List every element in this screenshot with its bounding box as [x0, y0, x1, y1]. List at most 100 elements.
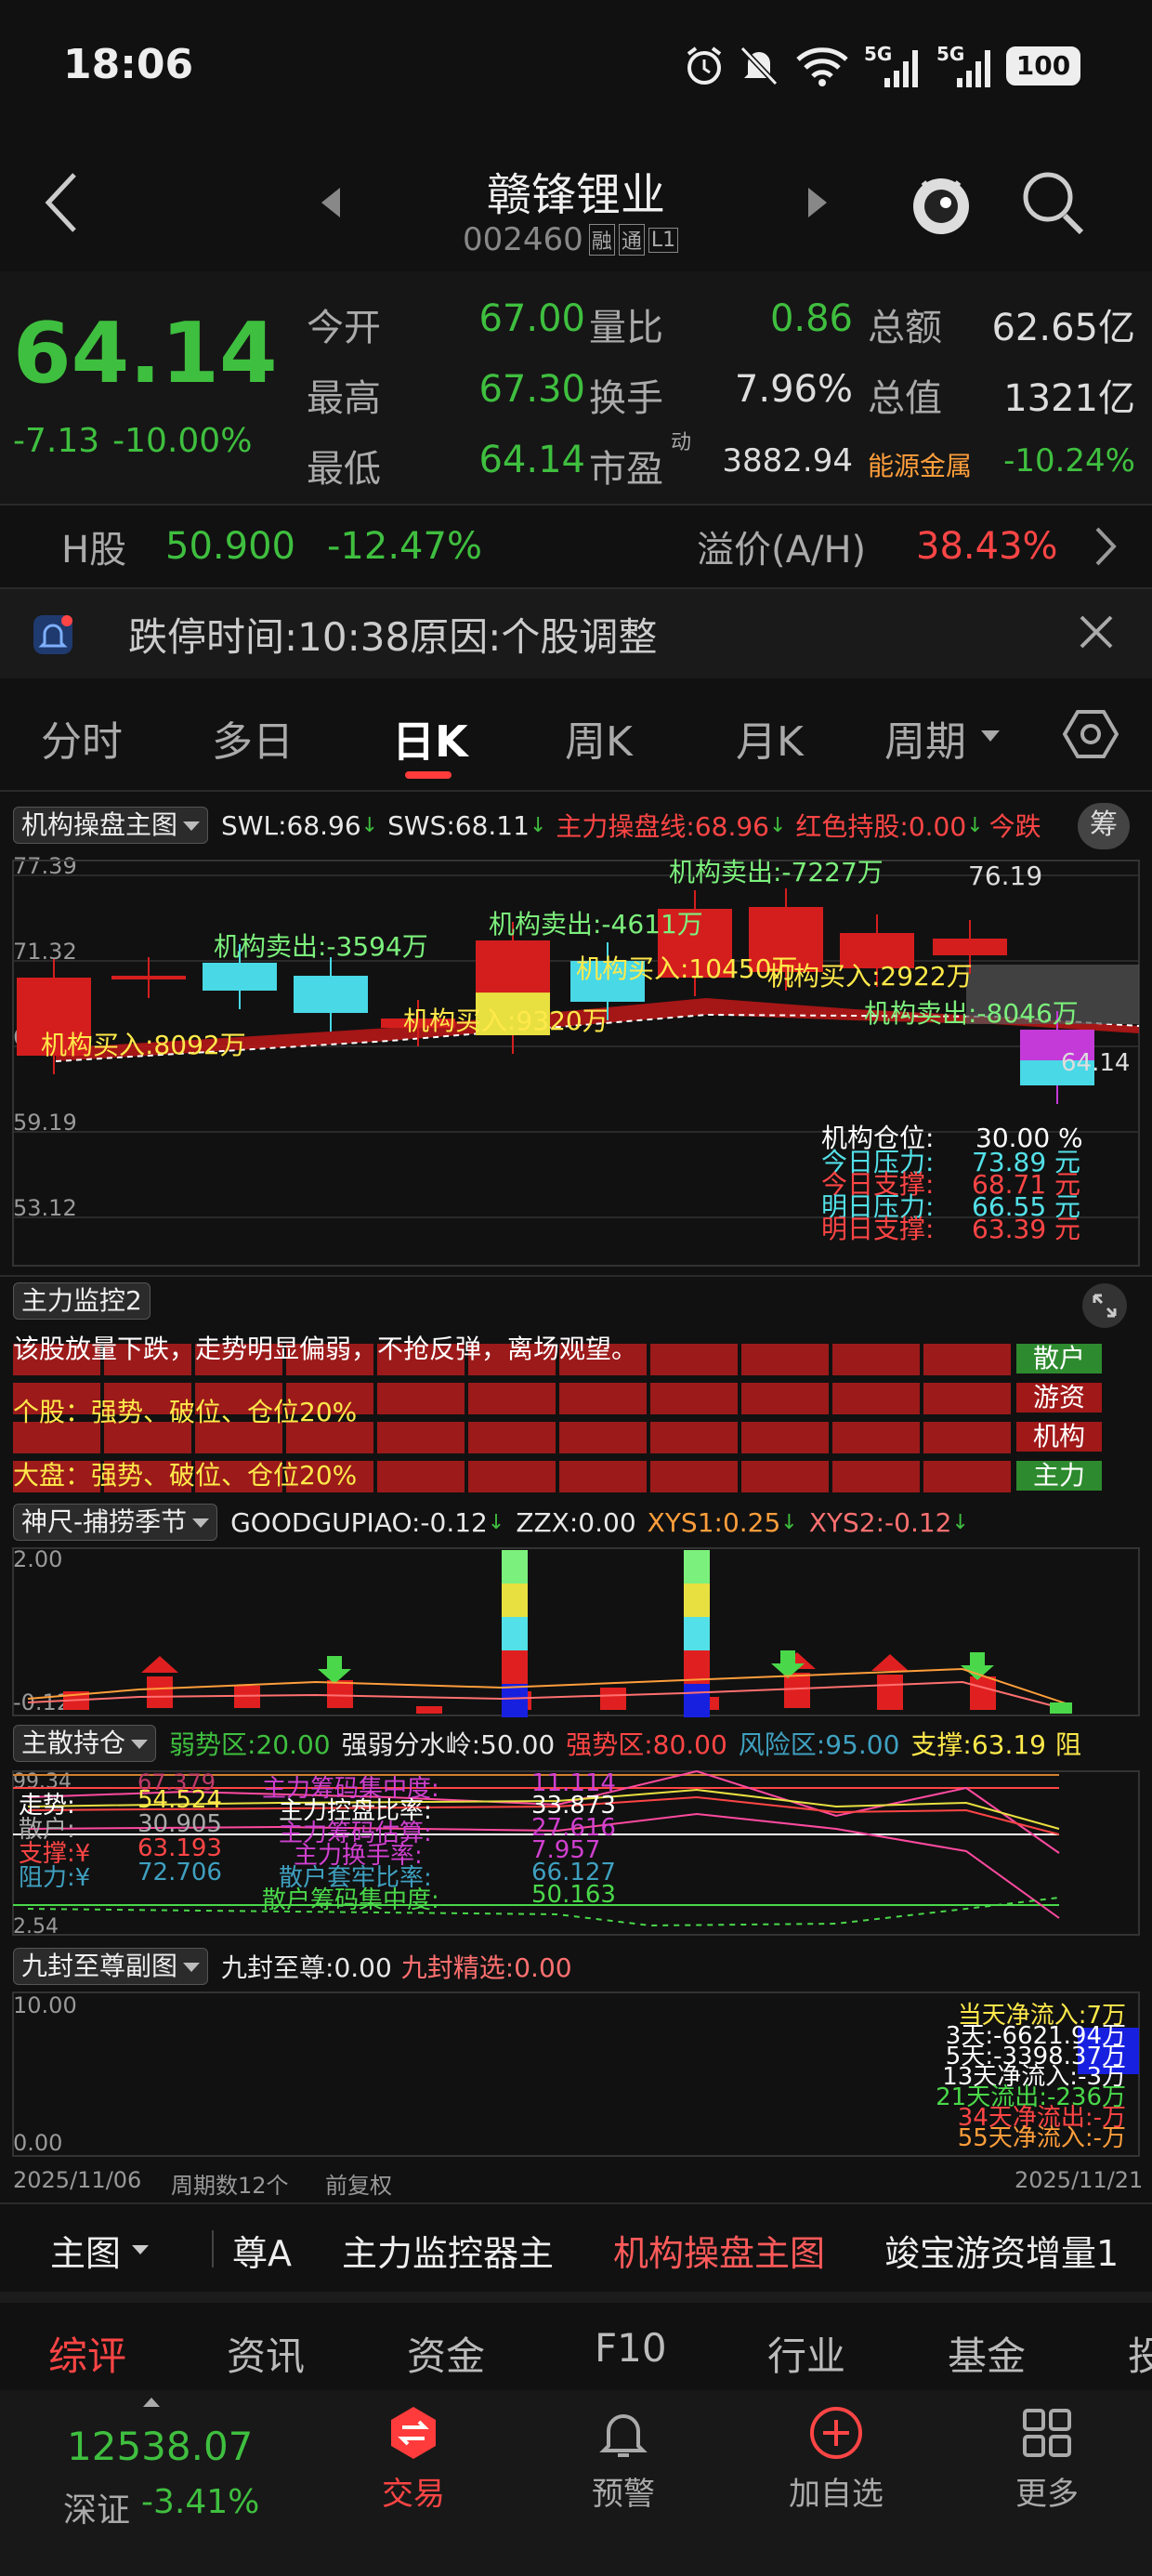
monitor-cell — [650, 1344, 738, 1375]
signal-label: 机构卖出:-7227万 — [669, 857, 884, 887]
nav-more[interactable]: 更多 — [996, 2405, 1098, 2514]
battery-level: 100 — [1015, 50, 1071, 81]
nav-alert[interactable]: 预警 — [572, 2405, 674, 2514]
change-value: -7.13 — [13, 422, 100, 460]
notice-bar[interactable]: 跌停时间:10:38原因:个股调整 — [0, 589, 1152, 678]
main-line-value: 主力操盘线:68.96 — [556, 811, 769, 842]
signal-label: 机构买入:8092万 — [41, 1030, 246, 1060]
quote-field-0-2: 量比 — [589, 307, 663, 349]
stack-bar — [502, 1584, 528, 1617]
signal-bar — [327, 1680, 353, 1708]
tab-intraday[interactable]: 分时 — [41, 708, 123, 768]
nav-trade[interactable]: 交易 — [362, 2405, 465, 2514]
back-icon[interactable] — [43, 171, 80, 234]
next-stock-icon[interactable] — [806, 186, 829, 219]
jiufeng-bar: 九封至尊副图 九封至尊:0.00 九封精选:0.00 — [13, 1946, 572, 1987]
stack-bar — [684, 1684, 710, 1717]
mascot-icon[interactable] — [909, 165, 974, 240]
tab-fund[interactable]: 基金 — [948, 2325, 1026, 2382]
signal-icon — [884, 50, 918, 87]
monitor-cell — [377, 1422, 465, 1453]
signal-bar — [877, 1675, 903, 1710]
monitor-panel: 主力监控2 该股放量下跌，走势明显偏弱，不抢反弹，离场观望。 个股：强势、破位、… — [0, 1277, 1152, 1496]
monitor-cell — [923, 1383, 1011, 1414]
signal-label: 机构卖出:-8046万 — [864, 998, 1079, 1029]
stack-bar — [502, 1550, 528, 1584]
y-tick: 71.32 — [13, 939, 77, 965]
tab-main-chart[interactable]: 主图 — [50, 2225, 121, 2276]
monitor-cell — [741, 1422, 829, 1453]
today-drop-value: 今跌 — [988, 811, 1041, 842]
tab-week-k[interactable]: 周K — [565, 708, 633, 768]
badge-level: L1 — [648, 227, 679, 253]
holding-bar: 主散持仓 弱势区:20.00 强弱分水岭:50.00 强势区:80.00 风险区… — [13, 1723, 1081, 1764]
signal-bar — [147, 1676, 173, 1708]
holding-select[interactable]: 主散持仓 — [13, 1725, 157, 1762]
search-icon[interactable] — [1020, 167, 1087, 238]
candle-body — [111, 976, 186, 979]
date-end: 2025/11/21 — [1015, 2167, 1144, 2193]
tab-day-k[interactable]: 日K — [392, 708, 468, 769]
tab-month-k[interactable]: 月K — [736, 708, 804, 768]
last-bar — [1050, 1702, 1072, 1714]
monitor-cell — [741, 1383, 829, 1414]
settings-hex-icon[interactable] — [1063, 706, 1119, 762]
tab-overview[interactable]: 综评 — [48, 2325, 126, 2382]
jiufeng-select[interactable]: 九封至尊副图 — [13, 1948, 209, 1985]
tab-period[interactable]: 周期 — [884, 708, 966, 768]
tab-institution-main[interactable]: 机构操盘主图 — [613, 2225, 825, 2276]
xys2-value: XYS2:-0.12 — [808, 1506, 952, 1538]
period-count: 周期数12个 — [171, 2173, 289, 2199]
chips-button[interactable]: 筹 — [1078, 803, 1130, 849]
grid-icon — [1023, 2409, 1071, 2457]
shenchi-chart[interactable]: 2.00-0.12 — [0, 1546, 1152, 1717]
tab-active-indicator — [405, 771, 452, 779]
quote-field-1-1: 67.30 — [478, 368, 585, 411]
monitor-cell — [377, 1383, 465, 1414]
tab-zun-a[interactable]: 尊A — [232, 2225, 292, 2276]
h-share-row[interactable]: H股 50.900 -12.47% 溢价(A/H) 38.43% — [0, 506, 1152, 587]
shenchi-select[interactable]: 神尺-捕捞季节 — [13, 1504, 218, 1541]
trade-icon — [391, 2407, 436, 2459]
tab-multi-day[interactable]: 多日 — [212, 708, 294, 768]
monitor-cell — [832, 1422, 920, 1453]
tab-monitor-main[interactable]: 主力监控器主 — [342, 2225, 554, 2276]
flow-stat: 55天净流入:-万 — [957, 2124, 1126, 2152]
monitor-cell — [650, 1422, 738, 1453]
quote-field-2-5: -10.24% — [1003, 442, 1135, 480]
tab-invest[interactable]: 投 — [1128, 2325, 1152, 2382]
h-share-price: 50.900 — [165, 525, 295, 568]
stack-bar — [502, 1617, 528, 1650]
main-indicator-select[interactable]: 机构操盘主图 — [13, 807, 209, 844]
kline-chart[interactable]: 77.3971.3265.2659.1953.12机构买入:8092万机构卖出:… — [0, 851, 1152, 1273]
monitor-cell — [468, 1422, 556, 1453]
resist-cut: 阻 — [1054, 1729, 1081, 1760]
expand-icon[interactable] — [1081, 1282, 1128, 1329]
close-icon[interactable] — [1078, 613, 1115, 651]
jiufeng-value: 九封至尊:0.00 — [221, 1952, 392, 1983]
monitor-cell — [741, 1461, 829, 1492]
tab-industry[interactable]: 行业 — [767, 2325, 845, 2382]
signal-bar — [416, 1706, 442, 1714]
indicator-tabs: 主图 尊A 主力监控器主 机构操盘主图 竣宝游资增量1 — [0, 2204, 1152, 2292]
monitor-cell — [741, 1344, 829, 1375]
signal-label: 机构买入:2922万 — [767, 961, 973, 992]
sws-value: SWS:68.11 — [387, 809, 530, 841]
holding-left-value: 72.706 — [137, 1859, 222, 1886]
monitor-select[interactable]: 主力监控2 — [13, 1282, 151, 1320]
tab-junbao[interactable]: 竣宝游资增量1 — [884, 2225, 1119, 2276]
tab-news[interactable]: 资讯 — [227, 2325, 305, 2382]
monitor-cell — [468, 1461, 556, 1492]
holding-label: 主散持仓 — [21, 1728, 126, 1758]
up-arrow-mark — [141, 1656, 178, 1673]
index-value[interactable]: 12538.07 — [67, 2424, 253, 2469]
holding-mid-label: 散户筹码集中度: — [262, 1886, 439, 1914]
tab-f10[interactable]: F10 — [595, 2325, 667, 2371]
prev-stock-icon[interactable] — [320, 186, 342, 219]
nav-add-watch[interactable]: 加自选 — [771, 2405, 901, 2514]
quote-field-0-3: 0.86 — [769, 297, 853, 340]
tab-funds[interactable]: 资金 — [407, 2325, 485, 2382]
quote-field-1-3: 7.96% — [734, 368, 853, 411]
nav-trade-label: 交易 — [382, 2476, 445, 2513]
candle-body — [203, 963, 277, 991]
